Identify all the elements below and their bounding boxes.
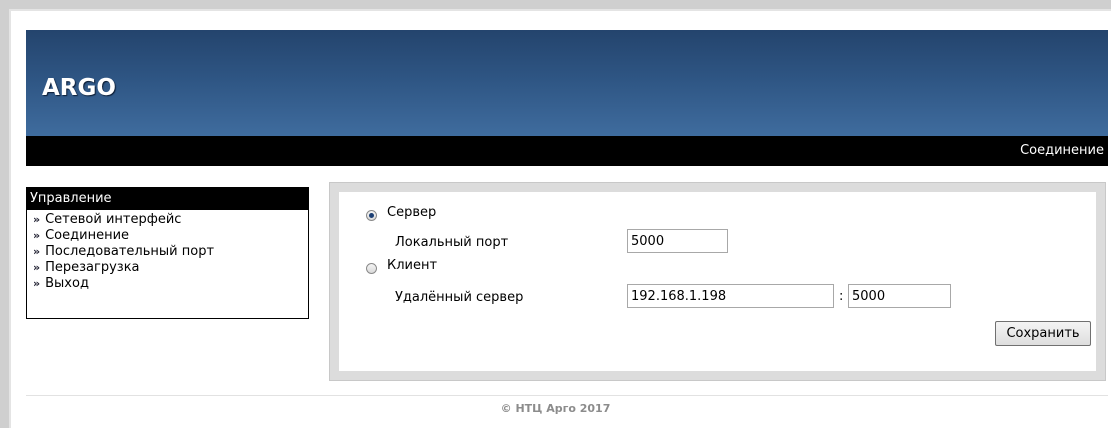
client-radio[interactable] (366, 263, 377, 274)
menu-item-label: Выход (45, 276, 89, 291)
page-header: ARGO (26, 30, 1108, 136)
menu-item-serial-port[interactable]: » Последовательный порт (33, 244, 308, 260)
breadcrumb: Соединение (1020, 143, 1104, 158)
sidebar-menu: Управление » Сетевой интерфейс » Соединени… (26, 187, 309, 319)
menu-item-logout[interactable]: » Выход (33, 276, 308, 292)
menu-item-connection[interactable]: » Соединение (33, 228, 308, 244)
breadcrumb-bar: Соединение (26, 136, 1108, 166)
window-top-border (0, 0, 1111, 9)
local-port-input[interactable] (627, 229, 728, 253)
menu-list: » Сетевой интерфейс » Соединение » Последов… (27, 210, 308, 292)
client-label: Клиент (387, 258, 438, 273)
footer-copyright: © НТЦ Арго 2017 (500, 402, 611, 415)
menu-heading: Управление (27, 188, 308, 210)
double-chevron-right-icon: » (33, 229, 41, 242)
menu-item-label: Перезагрузка (45, 260, 140, 275)
server-radio[interactable] (366, 210, 377, 221)
double-chevron-right-icon: » (33, 245, 41, 258)
menu-item-label: Соединение (45, 228, 130, 243)
menu-item-label: Сетевой интерфейс (45, 212, 182, 227)
connection-settings-form: Сервер Локальный порт Клиент Удалённый с… (339, 192, 1096, 371)
menu-item-reboot[interactable]: » Перезагрузка (33, 260, 308, 276)
menu-item-network-interface[interactable]: » Сетевой интерфейс (33, 212, 308, 228)
remote-port-input[interactable] (848, 284, 951, 308)
double-chevron-right-icon: » (33, 277, 41, 290)
window-left-border (0, 9, 9, 428)
server-label: Сервер (387, 205, 437, 220)
remote-server-label: Удалённый сервер (395, 290, 524, 305)
footer-divider (26, 395, 1108, 396)
port-separator: : (839, 289, 844, 304)
page-title: ARGO (42, 75, 116, 101)
window-left-border-inner (9, 9, 11, 428)
remote-server-input[interactable] (627, 284, 834, 308)
connection-settings-panel: Сервер Локальный порт Клиент Удалённый с… (329, 182, 1106, 381)
window-top-border-inner (9, 9, 1111, 11)
save-button[interactable]: Сохранить (995, 321, 1091, 346)
local-port-label: Локальный порт (395, 235, 509, 250)
double-chevron-right-icon: » (33, 213, 41, 226)
double-chevron-right-icon: » (33, 261, 41, 274)
menu-item-label: Последовательный порт (45, 244, 215, 259)
